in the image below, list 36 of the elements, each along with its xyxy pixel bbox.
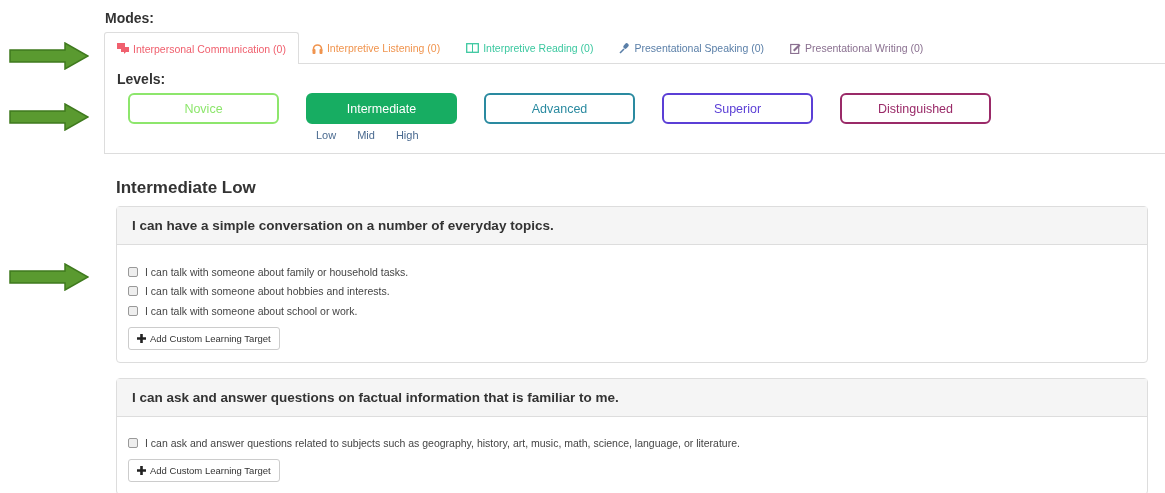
level-button[interactable]: Advanced	[484, 93, 635, 124]
edit-icon	[790, 42, 802, 54]
card-title: I can ask and answer questions on factual information that is familiar to me.	[132, 389, 619, 405]
target-text: I can talk with someone about family or household tasks.	[145, 265, 409, 278]
checkbox[interactable]	[128, 305, 138, 316]
arrow-icon	[9, 42, 89, 70]
book-icon	[466, 43, 480, 53]
level-button[interactable]: Superior	[662, 93, 813, 124]
target-text: I can talk with someone about school or work.	[145, 304, 358, 317]
chat-icon	[117, 43, 129, 54]
checkbox[interactable]	[128, 438, 138, 449]
target-text: I can talk with someone about hobbies and interests.	[145, 285, 390, 298]
add-target-button[interactable]: Add Custom Learning Target	[128, 459, 280, 482]
microphone-icon	[619, 42, 631, 54]
add-target-button[interactable]: Add Custom Learning Target	[128, 326, 280, 350]
arrow-icon	[9, 263, 89, 291]
headphones-icon	[311, 42, 323, 54]
mode-tab[interactable]: Presentational Writing (0)	[777, 32, 937, 63]
mode-tab[interactable]: Presentational Speaking (0)	[606, 32, 778, 63]
plus-icon	[137, 466, 146, 475]
checkbox[interactable]	[128, 286, 138, 297]
plus-icon	[137, 333, 146, 343]
modes-label: Modes:	[105, 10, 155, 26]
mode-tab[interactable]: Interpersonal Communication (0)	[104, 32, 299, 64]
sublevel-link[interactable]: High	[395, 129, 419, 141]
target-text: I can ask and answer questions related to subjects such as geography, history, art, music, math, science, language, or literature.	[145, 437, 740, 450]
checkbox[interactable]	[128, 266, 138, 277]
sublevel-link[interactable]: Mid	[357, 129, 375, 141]
card-title: I can have a simple conversation on a number of everyday topics.	[132, 218, 554, 233]
levels-label: Levels:	[117, 71, 167, 87]
sublevel-link[interactable]: Low	[316, 129, 337, 141]
arrow-icon	[9, 103, 89, 131]
mode-tab[interactable]: Interpretive Listening (0)	[298, 32, 454, 63]
level-button[interactable]: Distinguished	[840, 93, 991, 124]
section-heading: Intermediate Low	[116, 178, 257, 198]
level-button[interactable]: Intermediate	[306, 93, 457, 124]
